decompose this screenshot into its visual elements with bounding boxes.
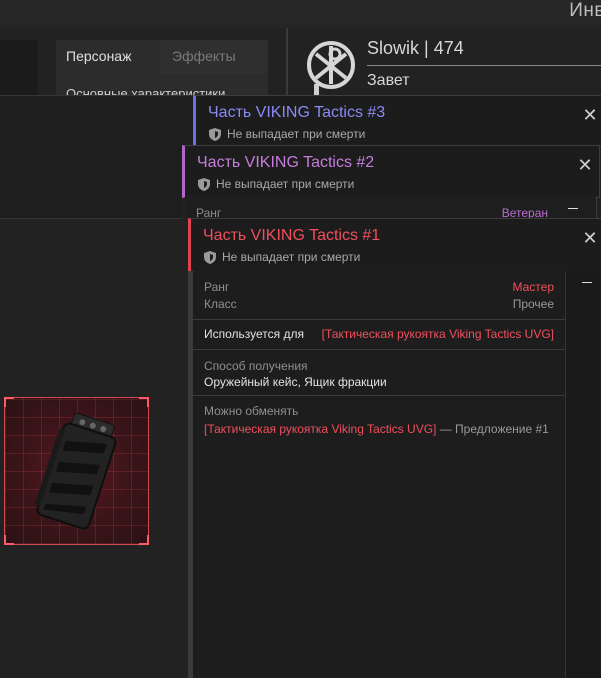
card-subtitle-text: Не выпадает при смерти [222,250,361,264]
top-bar [0,0,601,28]
class-value: Прочее [512,297,554,311]
shield-icon [209,127,221,141]
card-subtitle-text: Не выпадает при смерти [216,177,355,191]
background-strip [0,95,193,147]
shield-icon [198,177,210,191]
item-details: Ранг Мастер Класс Прочее Используется дл… [193,271,565,678]
corner-marker [139,535,149,545]
card-subtitle-text: Не выпадает при смерти [227,127,366,141]
used-for-label: Используется для [204,327,304,341]
divider [286,28,288,96]
card-subtitle: Не выпадает при смерти [209,127,365,141]
corner-marker [139,397,149,407]
close-icon[interactable]: ✕ [582,229,598,247]
scrollbar-thumb[interactable] [582,282,592,283]
card-subtitle: Не выпадает при смерти [204,250,360,264]
obtain-label: Способ получения [204,359,308,373]
grip-part-icon [34,412,117,530]
tooltip-card-1: Часть VIKING Tactics #1 Не выпадает при … [188,218,601,272]
card-title: Часть VIKING Tactics #1 [203,227,381,244]
card-title: Часть VIKING Tactics #2 [197,154,375,171]
exchange-row: [Тактическая рукоятка Viking Tactics UVG… [204,422,549,436]
player-name: Slowik | 474 [367,38,464,58]
used-for-item-link[interactable]: [Тактическая рукоятка Viking Tactics UVG… [322,327,554,341]
divider [193,395,565,396]
rank-value: Мастер [512,280,554,294]
corner-marker [4,397,14,407]
corner-marker [4,535,14,545]
tooltip-card-2: Часть VIKING Tactics #2 Не выпадает при … [182,145,600,198]
clan-logo-icon [307,41,355,89]
item-slot[interactable] [4,397,149,545]
scrollbar-thumb[interactable] [568,208,578,209]
card-title: Часть VIKING Tactics #3 [208,104,386,121]
tooltip-card-3: Часть VIKING Tactics #3 Не выпадает при … [193,95,601,147]
left-panel [0,40,38,96]
inventory-title[interactable]: Инв [569,0,601,22]
player-clan: Завет [367,72,410,89]
tab-effects[interactable]: Эффекты [172,48,236,64]
character-panel: Персонаж Эффекты Основные характеристики [56,40,319,101]
rank-label: Ранг [204,280,230,294]
obtain-value: Оружейный кейс, Ящик фракции [204,375,387,389]
details-scrollbar[interactable] [565,271,601,678]
exchange-label: Можно обменять [204,404,299,418]
close-icon[interactable]: ✕ [582,106,598,124]
shield-icon [204,250,216,264]
background-strip [0,145,182,219]
close-icon[interactable]: ✕ [577,156,593,174]
divider [193,349,565,350]
divider [193,319,565,320]
card-subtitle: Не выпадает при смерти [198,177,354,191]
exchange-item-link[interactable]: [Тактическая рукоятка Viking Tactics UVG… [204,422,436,436]
card-2-details: Ранг Ветеран [185,196,597,220]
exchange-suffix: — Предложение #1 [439,422,549,436]
tab-character[interactable]: Персонаж [66,48,131,64]
class-label: Класс [204,297,237,311]
player-underline [367,65,601,66]
